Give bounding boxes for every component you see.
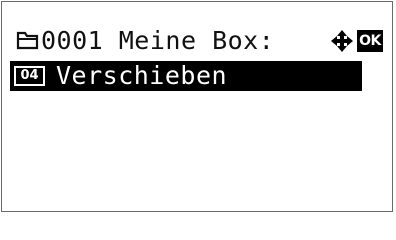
ok-button-indicator: OK — [357, 30, 383, 52]
menu-item-verschieben[interactable]: 04 Verschieben — [10, 61, 362, 91]
menu-item-label: Verschieben — [56, 61, 228, 90]
screen-header: 0001 Meine Box: OK — [16, 26, 386, 56]
box-title: 0001 Meine Box: — [41, 26, 275, 55]
four-way-arrow-icon — [329, 28, 355, 54]
device-display: 0001 Meine Box: OK 04 Verschieben — [1, 1, 393, 212]
item-number-badge: 04 — [14, 66, 45, 86]
folder-icon — [16, 29, 40, 51]
